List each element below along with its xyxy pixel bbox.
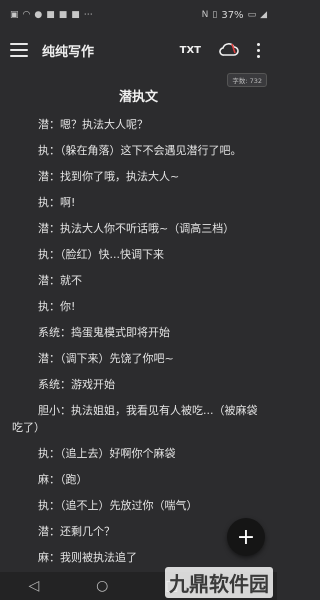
paragraph[interactable]: 潜：找到你了哦，执法大人~ — [12, 168, 264, 185]
paragraph[interactable]: 潜：嗯？执法大人呢？ — [12, 116, 264, 133]
document-title[interactable]: 潜执文 — [0, 86, 277, 105]
signal-icon: ◢ — [260, 10, 267, 20]
status-bar-right: N ▯ 37% ▭ ◢ — [202, 10, 267, 21]
paragraph[interactable]: 执：（追不上）先放过你（喘气） — [12, 497, 264, 514]
more-icon: ⋯ — [83, 10, 93, 20]
battery-percent: 37% — [221, 9, 244, 21]
cloud-sync-icon[interactable] — [219, 41, 239, 60]
sim-icon: ▣ — [10, 10, 19, 20]
paragraph[interactable]: 执：啊! — [12, 194, 264, 211]
menu-icon[interactable] — [10, 43, 28, 57]
paragraph[interactable]: 执：（追上去）好啊你个麻袋 — [12, 445, 264, 462]
paragraph[interactable]: 胆小：执法姐姐，我看见有人被吃...（被麻袋吃了） — [12, 402, 264, 436]
paragraph[interactable]: 系统：游戏开始 — [12, 376, 264, 393]
add-button[interactable]: + — [227, 518, 265, 556]
wifi-icon: ◠ — [22, 10, 31, 20]
app-bar: 纯纯写作 TXT — [0, 30, 277, 70]
paragraph[interactable]: 执：你! — [12, 298, 264, 315]
paragraph[interactable]: 麻：（跑） — [12, 471, 264, 488]
paragraph[interactable]: 执：（脸红）快...快调下来 — [12, 246, 264, 263]
back-nav-icon[interactable]: ◁ — [28, 578, 39, 594]
paragraph[interactable]: 麻：我则被执法追了 — [12, 549, 264, 566]
word-count-badge: 字数: 732 — [227, 73, 267, 87]
app-icon: ● — [34, 10, 43, 20]
document-body[interactable]: 潜：嗯？执法大人呢？ 执：（躲在角落）这下不会遇见潜行了吧。 潜：找到你了哦，执… — [12, 116, 264, 575]
watermark: 九鼎软件园 — [165, 567, 273, 598]
txt-export-icon[interactable]: TXT — [180, 45, 201, 56]
vibrate-icon: ▯ — [212, 10, 218, 20]
home-nav-icon[interactable]: ○ — [96, 578, 108, 594]
paragraph[interactable]: 系统：捣蛋鬼模式即将开始 — [12, 324, 264, 341]
more-options-icon[interactable] — [257, 42, 261, 58]
nfc-icon: N — [201, 10, 209, 20]
app-icon: ■ — [58, 10, 68, 20]
paragraph[interactable]: 执：（躲在角落）这下不会遇见潜行了吧。 — [12, 142, 264, 159]
app-title: 纯纯写作 — [42, 44, 95, 60]
paragraph[interactable]: 潜：执法大人你不听话哦~（调高三档） — [12, 220, 264, 237]
battery-icon: ▭ — [247, 10, 257, 20]
paragraph[interactable]: 潜：就不 — [12, 272, 264, 289]
status-bar-left: ▣ ◠ ● ■ ■ ■ ⋯ — [10, 10, 93, 20]
paragraph[interactable]: 潜：（调下来）先饶了你吧~ — [12, 350, 264, 367]
status-bar: ▣ ◠ ● ■ ■ ■ ⋯ N ▯ 37% ▭ ◢ — [0, 0, 277, 30]
app-icon: ■ — [46, 10, 55, 20]
app-icon: ■ — [71, 10, 80, 20]
